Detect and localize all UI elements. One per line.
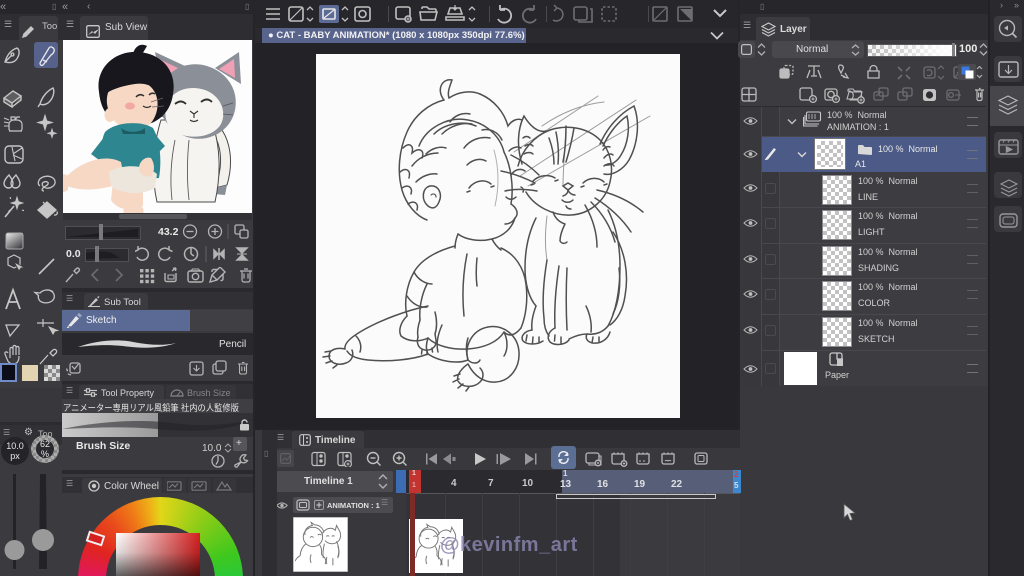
svg-text:px: px — [10, 451, 20, 461]
svg-text:10.0: 10.0 — [6, 441, 24, 451]
svg-text:62: 62 — [40, 439, 50, 449]
svg-text:%: % — [41, 449, 49, 459]
